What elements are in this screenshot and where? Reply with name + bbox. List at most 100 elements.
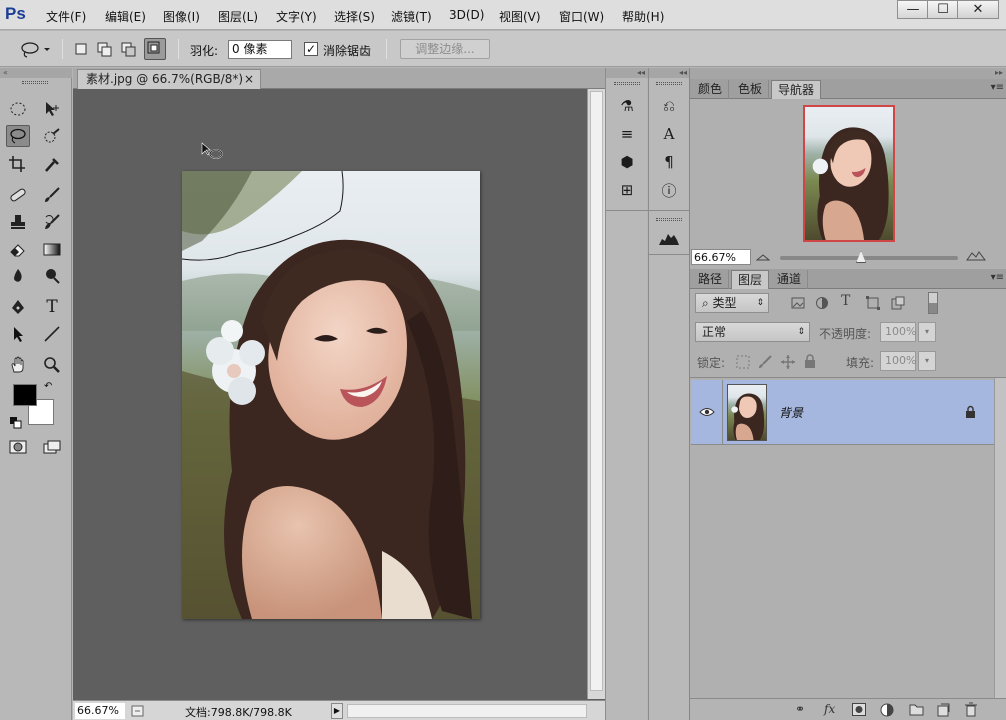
lock-paint-icon[interactable] — [758, 355, 772, 369]
tab-paths[interactable]: 路径 — [692, 270, 730, 289]
navigator-preview[interactable] — [803, 105, 895, 242]
fill-dropdown-arrow[interactable]: ▾ — [918, 351, 936, 371]
navigator-zoom-field[interactable]: 66.67% — [691, 249, 751, 265]
filter-smart-object-icon[interactable] — [891, 296, 905, 310]
eye-visibility-icon[interactable] — [699, 407, 715, 417]
layer-style-fx-icon[interactable]: fx — [824, 702, 835, 716]
lock-all-icon[interactable] — [804, 354, 816, 368]
quick-selection-tool[interactable] — [40, 125, 64, 147]
zoom-tool[interactable] — [40, 354, 64, 376]
3d-icon[interactable]: ⬢ — [614, 150, 640, 174]
menu-image[interactable]: 图像(I) — [163, 8, 200, 25]
zoom-in-icon[interactable] — [966, 249, 986, 261]
menu-help[interactable]: 帮助(H) — [622, 8, 664, 25]
filter-pixel-icon[interactable] — [791, 296, 805, 310]
maximize-button[interactable]: ☐ — [927, 0, 959, 19]
link-layers-icon[interactable]: ⚭ — [795, 702, 805, 716]
add-mask-icon[interactable] — [852, 703, 866, 716]
lock-transparent-icon[interactable] — [736, 355, 750, 369]
foreground-color-swatch-top[interactable] — [13, 384, 37, 406]
dock-grip[interactable] — [656, 82, 682, 85]
dock-grip[interactable] — [614, 82, 640, 85]
history-icon[interactable]: ⎌ — [656, 94, 682, 118]
gradient-tool[interactable] — [40, 238, 64, 260]
layer-row-background[interactable]: 背景 — [691, 380, 994, 445]
zoom-out-icon[interactable] — [756, 251, 770, 261]
layers-scrollbar[interactable] — [994, 378, 1006, 698]
canvas-image[interactable] — [182, 171, 480, 619]
layer-filter-kind[interactable]: ⌕ 类型 ⇕ — [695, 293, 769, 313]
crop-tool[interactable] — [6, 153, 30, 175]
layer-name[interactable]: 背景 — [779, 404, 803, 421]
menu-file[interactable]: 文件(F) — [46, 8, 86, 25]
antialias-checkbox[interactable]: ✓ — [304, 42, 318, 56]
tab-layers[interactable]: 图层 — [731, 270, 770, 289]
brush-tool[interactable] — [40, 184, 64, 206]
add-to-selection-icon[interactable] — [97, 41, 113, 57]
intersect-selection-button[interactable] — [144, 38, 166, 60]
feather-input[interactable]: 0 像素 — [228, 40, 292, 59]
status-export-icon[interactable] — [131, 704, 145, 718]
menu-edit[interactable]: 编辑(E) — [105, 8, 146, 25]
eyedropper-tool[interactable] — [40, 153, 64, 175]
filter-toggle-switch[interactable] — [928, 292, 938, 314]
menu-layer[interactable]: 图层(L) — [218, 8, 258, 25]
document-tab[interactable]: 素材.jpg @ 66.7%(RGB/8*) × — [77, 69, 261, 89]
subtract-selection-icon[interactable] — [121, 41, 137, 57]
history-brush-tool[interactable] — [40, 211, 64, 233]
filter-shape-icon[interactable] — [866, 296, 880, 310]
line-tool[interactable] — [40, 323, 64, 345]
dock-collapse-handle[interactable]: ◂◂ — [606, 68, 648, 78]
opacity-field[interactable]: 100% — [880, 322, 916, 342]
blend-mode-dropdown[interactable]: 正常 ⇕ — [695, 322, 810, 342]
tab-swatches[interactable]: 色板 — [732, 80, 770, 99]
panel-menu-icon[interactable]: ▾≡ — [991, 272, 1004, 283]
filter-adjustment-icon[interactable] — [815, 296, 829, 310]
navigator-zoom-slider[interactable] — [780, 251, 958, 263]
panel-collapse-handle[interactable]: ▸▸ — [690, 68, 1006, 79]
close-tab-icon[interactable]: × — [244, 70, 254, 89]
status-menu-arrow[interactable]: ▶ — [331, 703, 343, 719]
tab-navigator[interactable]: 导航器 — [771, 80, 822, 99]
dock-grip[interactable] — [656, 218, 682, 221]
menu-view[interactable]: 视图(V) — [499, 8, 541, 25]
histogram-icon[interactable] — [656, 226, 682, 250]
character-icon[interactable]: A — [656, 122, 682, 146]
lasso-tool[interactable] — [6, 125, 30, 147]
timeline-icon[interactable]: ⊞ — [614, 178, 640, 202]
toolbar-grip[interactable] — [22, 81, 48, 84]
new-layer-icon[interactable] — [937, 703, 950, 717]
healing-brush-tool[interactable] — [6, 184, 30, 206]
menu-select[interactable]: 选择(S) — [334, 8, 375, 25]
move-tool[interactable] — [40, 98, 64, 120]
slider-thumb[interactable] — [856, 251, 866, 263]
dodge-tool[interactable] — [40, 265, 64, 287]
horizontal-scrollbar[interactable] — [347, 704, 587, 718]
zoom-level-field[interactable]: 66.67% — [75, 703, 125, 719]
minimize-button[interactable]: — — [897, 0, 929, 19]
tab-channels[interactable]: 通道 — [771, 270, 809, 289]
adjustment-layer-icon[interactable] — [880, 703, 894, 717]
tool-presets-icon[interactable]: ⚗ — [614, 94, 640, 118]
new-group-folder-icon[interactable] — [909, 703, 924, 716]
menu-3d[interactable]: 3D(D) — [449, 8, 484, 22]
panel-menu-icon[interactable]: ▾≡ — [991, 82, 1004, 93]
lock-position-icon[interactable] — [781, 355, 795, 369]
clone-stamp-tool[interactable] — [6, 211, 30, 233]
scrollbar-thumb[interactable] — [590, 91, 603, 691]
opacity-dropdown-arrow[interactable]: ▾ — [918, 322, 936, 342]
menu-filter[interactable]: 滤镜(T) — [391, 8, 432, 25]
toolbar-collapse-handle[interactable]: « — [0, 68, 72, 78]
eraser-tool[interactable] — [6, 238, 30, 260]
tab-color[interactable]: 颜色 — [692, 80, 730, 99]
pen-tool[interactable] — [6, 296, 30, 318]
menu-window[interactable]: 窗口(W) — [559, 8, 604, 25]
menu-type[interactable]: 文字(Y) — [276, 8, 317, 25]
fill-field[interactable]: 100% — [880, 351, 916, 371]
new-selection-icon[interactable] — [74, 41, 90, 57]
default-colors-icon[interactable] — [10, 417, 22, 429]
paragraph-icon[interactable]: ¶ — [656, 150, 682, 174]
lasso-preset-picker[interactable] — [20, 40, 50, 58]
marquee-tool[interactable] — [6, 98, 30, 120]
blur-tool[interactable] — [6, 265, 30, 287]
